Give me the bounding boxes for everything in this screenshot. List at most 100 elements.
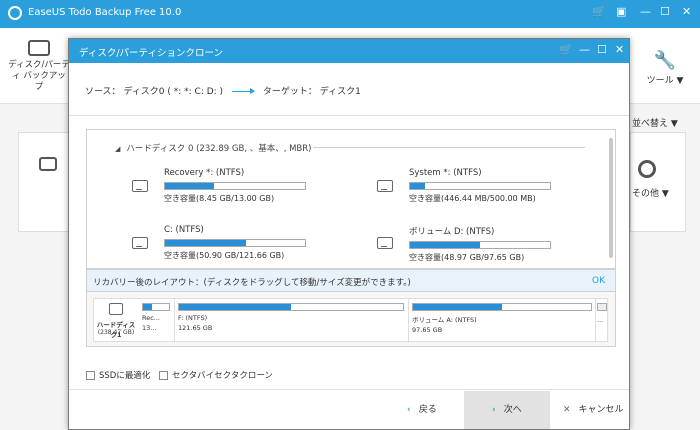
chevron-right-icon: › [492,405,496,415]
back-button[interactable]: ‹ 戻る [389,391,463,429]
segment-divider [174,299,175,343]
target-label: ターゲット： [262,87,317,97]
checkbox-box[interactable] [86,371,95,380]
usage-fill [410,242,480,248]
disk-icon [132,180,148,192]
menu-icon[interactable]: ▣ [616,5,626,18]
gear-icon [638,160,656,178]
cart-icon[interactable]: 🛒 [559,43,573,56]
partition-name: Recovery *: (NTFS) [164,168,245,178]
layout-segment[interactable]: ボリューム A: (NTFS) 97.65 GB [412,303,592,339]
checkbox-box[interactable] [159,371,168,380]
sector-clone-label: セクタバイセクタクローン [172,371,273,381]
disk-header-label: ハードディスク 0 (232.89 GB, 、基本、, MBR) [126,144,312,154]
backup-card[interactable] [18,132,70,232]
maximize-icon[interactable]: ☐ [660,5,670,18]
divider [69,115,629,116]
chevron-left-icon: ‹ [407,405,411,415]
wrench-icon: 🔧 [653,50,677,71]
layout-segment-unallocated[interactable]: ... [597,303,607,339]
close-icon[interactable]: ✕ [615,43,624,56]
segment-label: Rec... [142,314,160,322]
segment-label: ボリューム A: (NTFS) [412,316,477,324]
minimize-icon[interactable]: — [579,43,590,56]
usage-bar [409,182,551,190]
sector-clone-checkbox[interactable]: セクタバイセクタクローン [159,369,273,381]
divider [69,389,629,390]
divider [313,147,585,148]
partition-free: 空き容量(50.90 GB/121.66 GB) [164,251,285,260]
partition-free: 空き容量(446.44 MB/500.00 MB) [409,194,536,203]
layout-segment[interactable]: F: (NTFS) 121.65 GB [178,303,404,339]
disk-header[interactable]: ◢ ハードディスク 0 (232.89 GB, 、基本、, MBR) [115,142,311,154]
partition-c[interactable]: C: (NTFS) 空き容量(50.90 GB/121.66 GB) [132,225,364,261]
maximize-icon[interactable]: ☐ [597,43,607,56]
source-value: ディスク0 ( *: *: C: D: ) [123,87,224,97]
usage-bar [164,239,306,247]
segment-label: F: (NTFS) [178,314,208,322]
sort-button[interactable]: 並べ替え ▼ [632,116,678,129]
segment-size: 97.65 GB [412,326,443,334]
ssd-optimize-checkbox[interactable]: SSDに最適化 [86,369,150,381]
disk-icon [377,237,393,249]
usage-bar [164,182,306,190]
cart-icon[interactable]: 🛒 [592,5,606,18]
partition-name: System *: (NTFS) [409,168,482,178]
segment-size: 121.65 GB [178,324,213,332]
usage-bar [409,241,551,249]
other-card[interactable] [630,132,686,232]
dialog-title: ディスク/パーティションクローン [79,48,223,59]
scrollbar[interactable] [609,138,613,258]
partition-system[interactable]: System *: (NTFS) 空き容量(446.44 MB/500.00 M… [377,168,609,204]
usage-fill [165,240,247,246]
disk-icon [28,40,50,56]
layout-header: リカバリー後のレイアウト：(ディスクをドラッグして移動/サイズ変更ができます。)… [87,270,615,292]
app-logo-icon [8,6,22,20]
segment-fill [179,304,291,310]
collapse-triangle-icon[interactable]: ◢ [115,145,120,153]
partition-free: 空き容量(8.45 GB/13.00 GB) [164,194,275,203]
other-button[interactable]: その他 ▼ [632,186,669,199]
partition-free: 空き容量(48.97 GB/97.65 GB) [409,253,525,262]
layout-disk-size: (238.47 GB) [97,329,135,336]
partition-recovery[interactable]: Recovery *: (NTFS) 空き容量(8.45 GB/13.00 GB… [132,168,364,204]
cancel-label: キャンセル [578,405,624,415]
close-icon[interactable]: ✕ [682,5,691,18]
disk-icon [377,180,393,192]
back-label: 戻る [418,405,437,415]
tools-button[interactable]: 🔧 ツール ▼ [640,50,690,86]
disk-partition-backup-label: ディスク/パーティ バックアップ [8,60,70,92]
partition-name: ボリューム D: (NTFS) [409,227,495,237]
app-title: EaseUS Todo Backup Free 10.0 [28,7,182,18]
app-titlebar: EaseUS Todo Backup Free 10.0 🛒 ▣ — ☐ ✕ [0,0,700,28]
partition-name: C: (NTFS) [164,225,204,235]
disk-icon [132,237,148,249]
segment-bar [597,303,607,311]
next-label: 次へ [503,405,522,415]
segment-divider [408,299,409,343]
target-value: ディスク1 [319,87,361,97]
disk-partition-backup-button[interactable]: ディスク/パーティ バックアップ [8,40,70,93]
ssd-optimize-label: SSDに最適化 [99,371,151,381]
source-label: ソース： [85,87,121,97]
layout-disk: ハードディスク1 (238.47 GB) [94,299,138,343]
disk-icon [39,157,57,171]
partition-d[interactable]: ボリューム D: (NTFS) 空き容量(48.97 GB/97.65 GB) [377,225,609,263]
ok-button[interactable]: OK [592,276,605,286]
layout-segment[interactable]: Rec... 13... [142,303,170,339]
segment-fill [413,304,502,310]
layout-disk-map: ハードディスク1 (238.47 GB) Rec... 13... F: (NT… [93,298,608,343]
disk-icon [109,303,123,315]
usage-fill [410,183,426,189]
partition-list: ◢ ハードディスク 0 (232.89 GB, 、基本、, MBR) Recove… [86,129,616,269]
next-button[interactable]: › 次へ [464,391,550,429]
cancel-button[interactable]: ✕ キャンセル [555,391,629,429]
segment-size: 13... [142,324,157,332]
usage-fill [165,183,214,189]
layout-header-text: リカバリー後のレイアウト：(ディスクをドラッグして移動/サイズ変更ができます。) [93,278,411,288]
segment-bar [178,303,404,311]
minimize-icon[interactable]: — [640,5,651,18]
segment-bar [412,303,592,311]
arrow-right-icon [231,88,255,94]
source-target-line: ソース： ディスク0 ( *: *: C: D: ) ターゲット： ディスク1 [85,84,361,97]
